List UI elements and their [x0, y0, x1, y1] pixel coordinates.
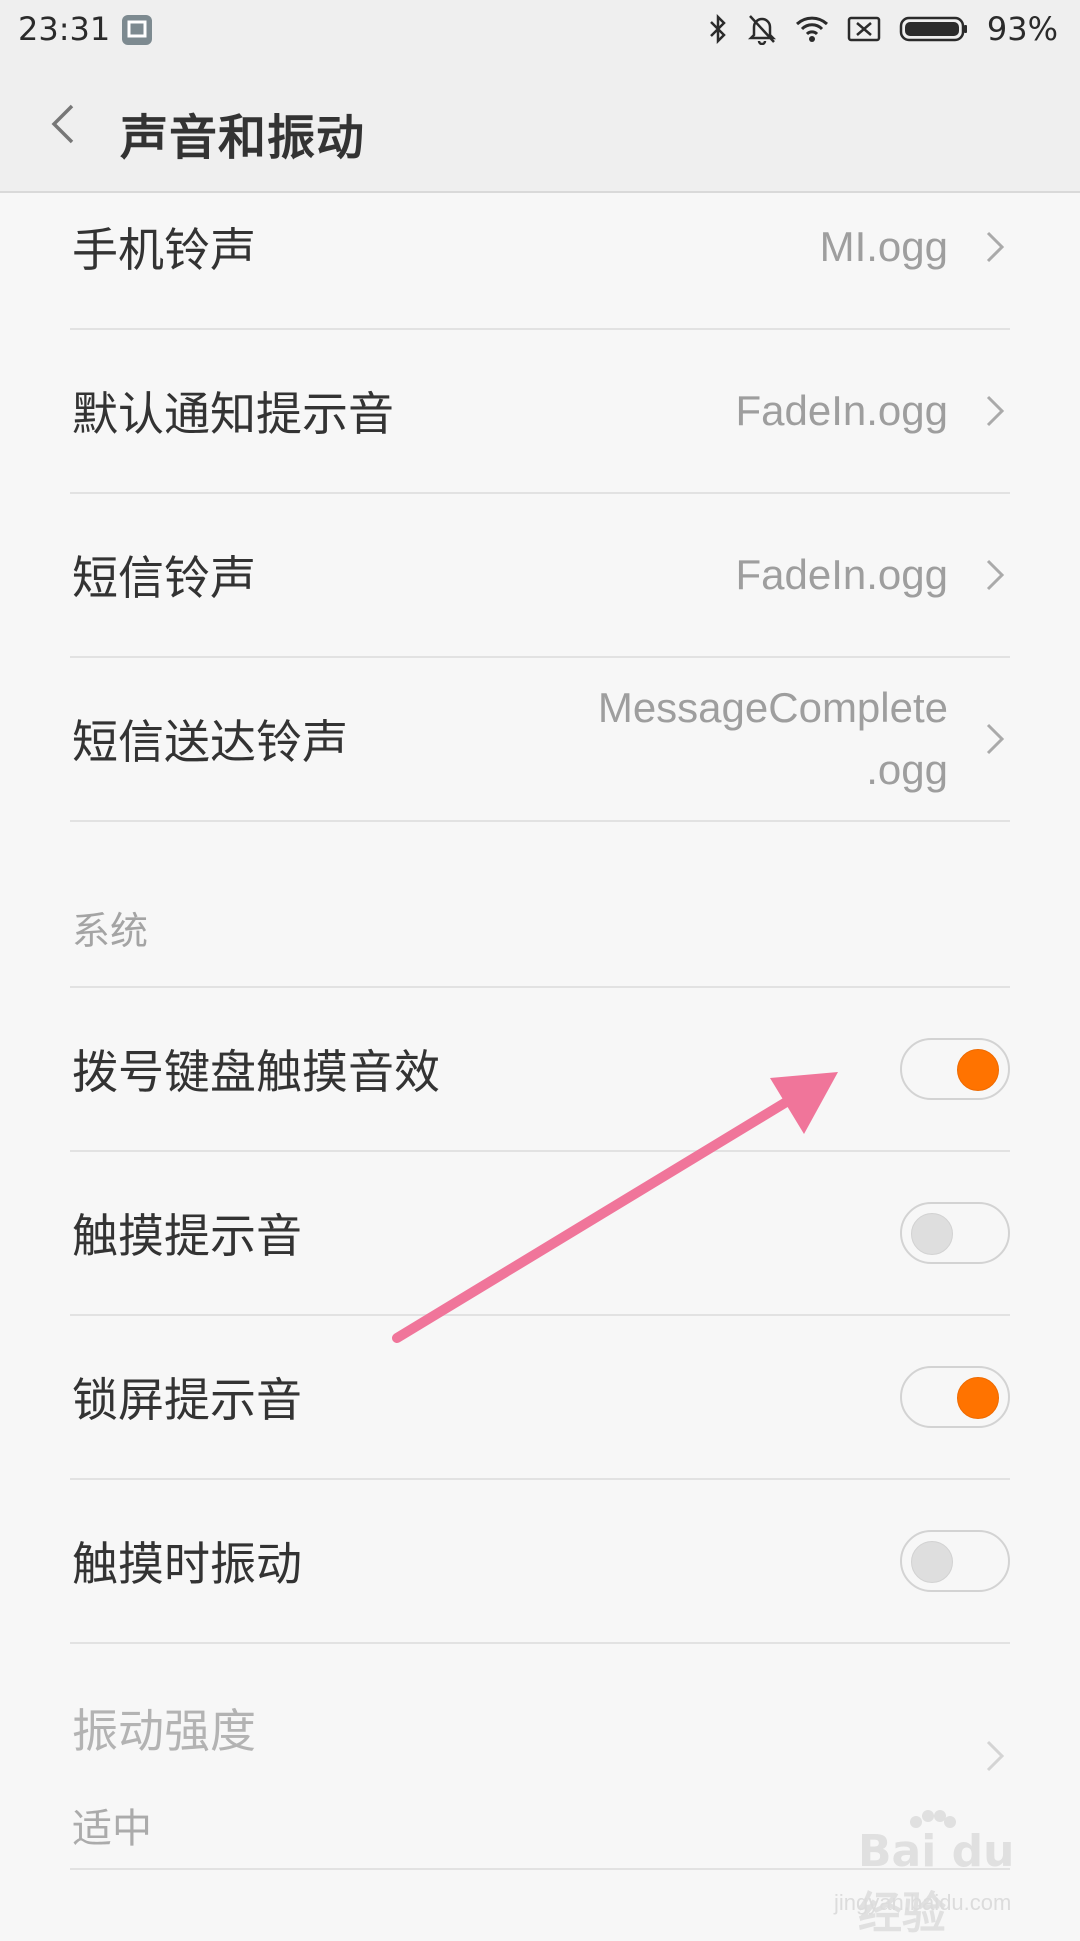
- status-bar: 23:31 93%: [0, 0, 1080, 60]
- row-value-line2: .ogg: [866, 746, 948, 793]
- row-value: FadeIn.ogg: [735, 551, 948, 598]
- watermark-url: jingyan.baidu.com: [834, 1890, 1012, 1915]
- chevron-right-icon: [986, 723, 1005, 755]
- watermark-brand: Bai du 经验: [858, 1826, 1015, 1939]
- no-sim-icon: [847, 16, 881, 42]
- settings-row-touch-sound[interactable]: 触摸提示音: [70, 1152, 1010, 1316]
- settings-row-lock-screen-sound[interactable]: 锁屏提示音: [70, 1316, 1010, 1480]
- settings-row-sms-delivered-ringtone[interactable]: 短信送达铃声 MessageComplete .ogg: [70, 658, 1010, 822]
- toggle-knob: [957, 1049, 999, 1091]
- settings-row-sms-ringtone[interactable]: 短信铃声 FadeIn.ogg: [70, 494, 1010, 658]
- page-title: 声音和振动: [120, 110, 366, 166]
- toggle-knob: [911, 1541, 953, 1583]
- row-value: MessageComplete .ogg: [598, 677, 948, 801]
- back-arrow-icon[interactable]: [40, 94, 90, 154]
- toggle-switch[interactable]: [900, 1366, 1010, 1428]
- row-label: 拨号键盘触摸音效: [72, 1045, 440, 1099]
- chevron-right-icon: [986, 559, 1005, 591]
- wifi-icon: [795, 16, 828, 42]
- settings-row-dialpad-touch-sound[interactable]: 拨号键盘触摸音效: [70, 988, 1010, 1152]
- section-header-system: 系统: [72, 909, 149, 953]
- toggle-knob: [911, 1213, 953, 1255]
- toggle-knob: [957, 1377, 999, 1419]
- battery-icon: [899, 16, 967, 42]
- row-label: 手机铃声: [72, 223, 256, 277]
- row-label: 触摸时振动: [72, 1537, 302, 1591]
- row-label: 振动强度: [72, 1704, 256, 1758]
- row-label: 默认通知提示音: [72, 387, 394, 441]
- chevron-right-icon: [986, 1740, 1005, 1772]
- status-time: 23:31: [18, 10, 111, 48]
- chevron-right-icon: [986, 231, 1005, 263]
- settings-row-phone-ringtone[interactable]: 手机铃声 MI.ogg: [70, 166, 1010, 330]
- settings-row-vibrate-on-touch[interactable]: 触摸时振动: [70, 1480, 1010, 1644]
- row-value: FadeIn.ogg: [735, 387, 948, 434]
- row-value-line1: MessageComplete: [597, 684, 948, 731]
- chevron-right-icon: [986, 395, 1005, 427]
- toggle-switch[interactable]: [900, 1038, 1010, 1100]
- row-label: 触摸提示音: [72, 1209, 302, 1263]
- baidu-watermark: Bai du 经验 jingyan.baidu.com: [826, 1808, 1036, 1939]
- row-value: MI.ogg: [819, 223, 948, 270]
- row-sublabel: 适中: [72, 1806, 152, 1852]
- notification-icon: [122, 15, 152, 45]
- row-label: 短信送达铃声: [72, 715, 348, 769]
- row-label: 锁屏提示音: [72, 1373, 302, 1427]
- toggle-switch[interactable]: [900, 1202, 1010, 1264]
- battery-percent: 93%: [986, 10, 1058, 48]
- mute-bell-icon: [747, 15, 776, 45]
- row-label: 短信铃声: [72, 551, 256, 605]
- bluetooth-icon: [709, 14, 726, 44]
- settings-row-notification-sound[interactable]: 默认通知提示音 FadeIn.ogg: [70, 330, 1010, 494]
- toggle-switch[interactable]: [900, 1530, 1010, 1592]
